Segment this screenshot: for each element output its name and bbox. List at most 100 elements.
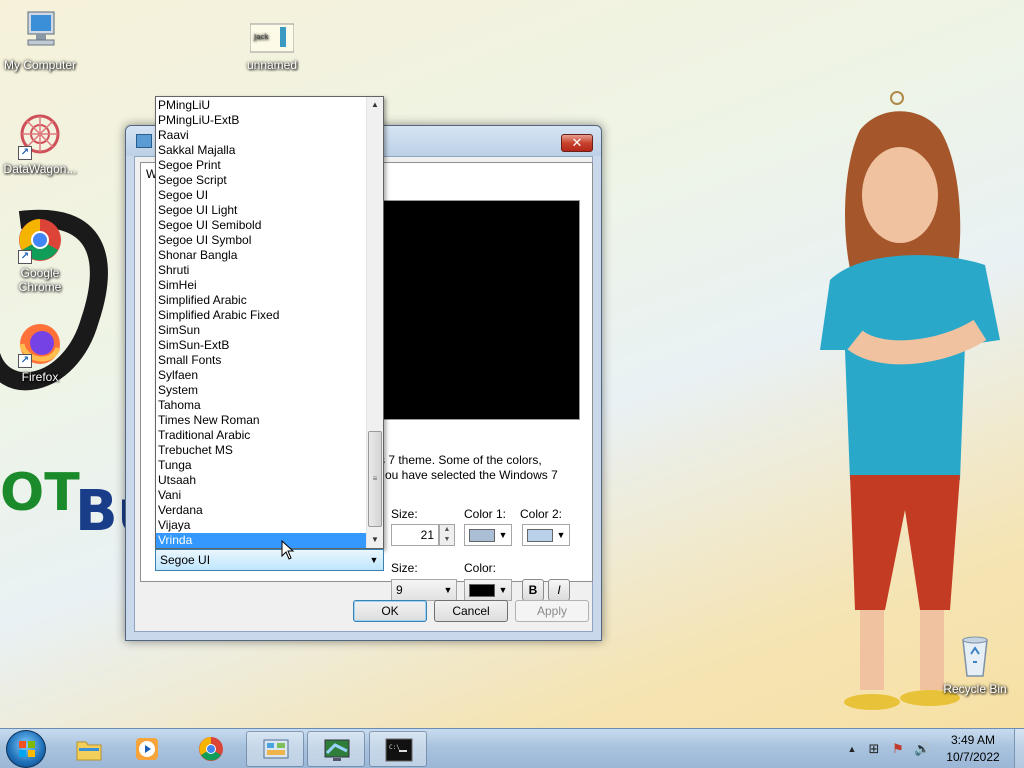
taskbar-media-player[interactable] bbox=[118, 731, 176, 767]
apply-button[interactable]: Apply bbox=[515, 600, 589, 622]
clock-time: 3:49 AM bbox=[950, 733, 996, 747]
font-list-item[interactable]: SimSun-ExtB bbox=[156, 338, 367, 353]
font-list-item[interactable]: Shonar Bangla bbox=[156, 248, 367, 263]
shortcut-arrow-icon: ↗ bbox=[18, 250, 32, 264]
bold-button[interactable]: B bbox=[522, 579, 544, 601]
font-list-item[interactable]: Sakkal Majalla bbox=[156, 143, 367, 158]
font-color-swatch bbox=[469, 584, 495, 597]
desktop-icon-firefox[interactable]: ↗ Firefox bbox=[0, 320, 80, 384]
font-color-label: Color: bbox=[464, 561, 497, 575]
dropdown-arrow-icon: ▼ bbox=[556, 530, 566, 540]
font-list-item[interactable]: Simplified Arabic bbox=[156, 293, 367, 308]
font-list-item[interactable]: Traditional Arabic bbox=[156, 428, 367, 443]
font-list-item[interactable]: Vrinda bbox=[156, 533, 367, 548]
taskbar-control-panel[interactable] bbox=[246, 731, 304, 767]
font-size-dropdown[interactable]: 9 ▼ bbox=[391, 579, 457, 601]
taskbar-command-prompt[interactable]: C:\ bbox=[369, 731, 427, 767]
action-center-icon[interactable]: ⚑ bbox=[890, 741, 906, 757]
network-icon[interactable]: ⊞ bbox=[866, 741, 882, 757]
font-list-item[interactable]: Verdana bbox=[156, 503, 367, 518]
command-prompt-icon: C:\ bbox=[385, 738, 413, 762]
scroll-down-icon[interactable]: ▼ bbox=[367, 532, 383, 548]
dropdown-arrow-icon: ▼ bbox=[443, 585, 453, 595]
font-list-items: PMingLiU PMingLiU-ExtB Raavi Sakkal Majalla… bbox=[156, 98, 367, 548]
font-list-item[interactable]: Segoe UI Semibold bbox=[156, 218, 367, 233]
desktop-icon-label: My Computer bbox=[3, 58, 77, 72]
color1-picker[interactable]: ▼ bbox=[464, 524, 512, 546]
desktop-icon-unnamed[interactable]: Jack unnamed bbox=[232, 22, 312, 72]
control-panel-icon bbox=[263, 739, 289, 759]
font-list-item[interactable]: Times New Roman bbox=[156, 413, 367, 428]
font-list-scrollbar[interactable]: ▲ ≡ ▼ bbox=[366, 97, 383, 548]
font-list-item[interactable]: PMingLiU bbox=[156, 98, 367, 113]
font-list-item[interactable]: PMingLiU-ExtB bbox=[156, 113, 367, 128]
shortcut-arrow-icon: ↗ bbox=[18, 146, 32, 160]
font-color-picker[interactable]: ▼ bbox=[464, 579, 512, 601]
desktop-icon-chrome[interactable]: ↗ Google Chrome bbox=[0, 216, 80, 294]
font-dropdown-list[interactable]: PMingLiU PMingLiU-ExtB Raavi Sakkal Majalla… bbox=[155, 96, 384, 549]
font-size-label: Size: bbox=[391, 561, 418, 575]
cancel-button[interactable]: Cancel bbox=[434, 600, 508, 622]
ok-button[interactable]: OK bbox=[353, 600, 427, 622]
taskbar-explorer[interactable] bbox=[60, 731, 118, 767]
font-list-item[interactable]: Tahoma bbox=[156, 398, 367, 413]
taskbar-display-settings[interactable] bbox=[307, 731, 365, 767]
font-list-item[interactable]: Shruti bbox=[156, 263, 367, 278]
font-list-item[interactable]: Segoe UI bbox=[156, 188, 367, 203]
font-list-item[interactable]: Vijaya bbox=[156, 518, 367, 533]
desktop-icon-my-computer[interactable]: My Computer bbox=[0, 8, 80, 72]
show-hidden-icons-icon[interactable]: ▲ bbox=[844, 741, 860, 757]
svg-text:C:\: C:\ bbox=[389, 744, 400, 751]
svg-text:Jack: Jack bbox=[253, 33, 269, 41]
volume-icon[interactable]: 🔊 bbox=[914, 741, 930, 757]
explorer-icon bbox=[76, 741, 102, 761]
font-list-item[interactable]: SimHei bbox=[156, 278, 367, 293]
font-list-item[interactable]: Segoe Script bbox=[156, 173, 367, 188]
desktop-icon-label: unnamed bbox=[246, 58, 298, 72]
image-file-icon: Jack bbox=[249, 22, 295, 56]
close-button[interactable]: ✕ bbox=[561, 134, 593, 152]
color1-swatch bbox=[469, 529, 495, 542]
shortcut-arrow-icon: ↗ bbox=[18, 354, 32, 368]
font-list-item[interactable]: Small Fonts bbox=[156, 353, 367, 368]
scroll-up-icon[interactable]: ▲ bbox=[367, 97, 383, 113]
dropdown-arrow-icon: ▼ bbox=[369, 555, 379, 565]
color1-label: Color 1: bbox=[464, 507, 507, 521]
chrome-icon: ↗ bbox=[16, 216, 64, 264]
recycle-bin-icon bbox=[951, 632, 999, 680]
clock[interactable]: 3:49 AM 10/7/2022 bbox=[930, 732, 1016, 766]
font-list-item[interactable]: Segoe UI Symbol bbox=[156, 233, 367, 248]
chrome-icon bbox=[199, 737, 223, 761]
item-size-field[interactable]: 21 bbox=[391, 524, 439, 546]
color2-picker[interactable]: ▼ bbox=[522, 524, 570, 546]
desktop-icon-datawagon[interactable]: ↗ DataWagon... bbox=[0, 112, 80, 176]
item-size-spinner[interactable]: ▲ ▼ bbox=[439, 524, 455, 546]
display-settings-icon bbox=[324, 739, 350, 761]
font-list-item[interactable]: Simplified Arabic Fixed bbox=[156, 308, 367, 323]
font-list-item[interactable]: Utsaah bbox=[156, 473, 367, 488]
firefox-icon: ↗ bbox=[16, 320, 64, 368]
font-list-item[interactable]: Tunga bbox=[156, 458, 367, 473]
font-list-item[interactable]: System bbox=[156, 383, 367, 398]
desktop-icon-recycle-bin[interactable]: Recycle Bin bbox=[935, 632, 1015, 696]
taskbar-chrome[interactable] bbox=[182, 731, 240, 767]
font-list-item[interactable]: Sylfaen bbox=[156, 368, 367, 383]
datawagon-icon: ↗ bbox=[16, 112, 64, 160]
font-list-item[interactable]: Segoe UI Light bbox=[156, 203, 367, 218]
italic-button[interactable]: I bbox=[548, 579, 570, 601]
clock-date: 10/7/2022 bbox=[946, 750, 1000, 764]
media-player-icon bbox=[136, 738, 158, 760]
show-desktop-button[interactable] bbox=[1014, 729, 1024, 768]
start-button[interactable] bbox=[6, 730, 46, 768]
font-list-item[interactable]: Trebuchet MS bbox=[156, 443, 367, 458]
desktop-icon-label: Firefox bbox=[21, 370, 59, 384]
font-list-item[interactable]: Segoe Print bbox=[156, 158, 367, 173]
font-list-item[interactable]: Vani bbox=[156, 488, 367, 503]
scroll-thumb[interactable]: ≡ bbox=[368, 431, 382, 527]
font-list-item[interactable]: Raavi bbox=[156, 128, 367, 143]
wallpaper-text: OT Bu bbox=[0, 463, 140, 544]
desktop-icon-label: Recycle Bin bbox=[943, 682, 1007, 696]
font-dropdown[interactable]: Segoe UI ▼ bbox=[155, 549, 384, 571]
color2-label: Color 2: bbox=[520, 507, 563, 521]
font-list-item[interactable]: SimSun bbox=[156, 323, 367, 338]
